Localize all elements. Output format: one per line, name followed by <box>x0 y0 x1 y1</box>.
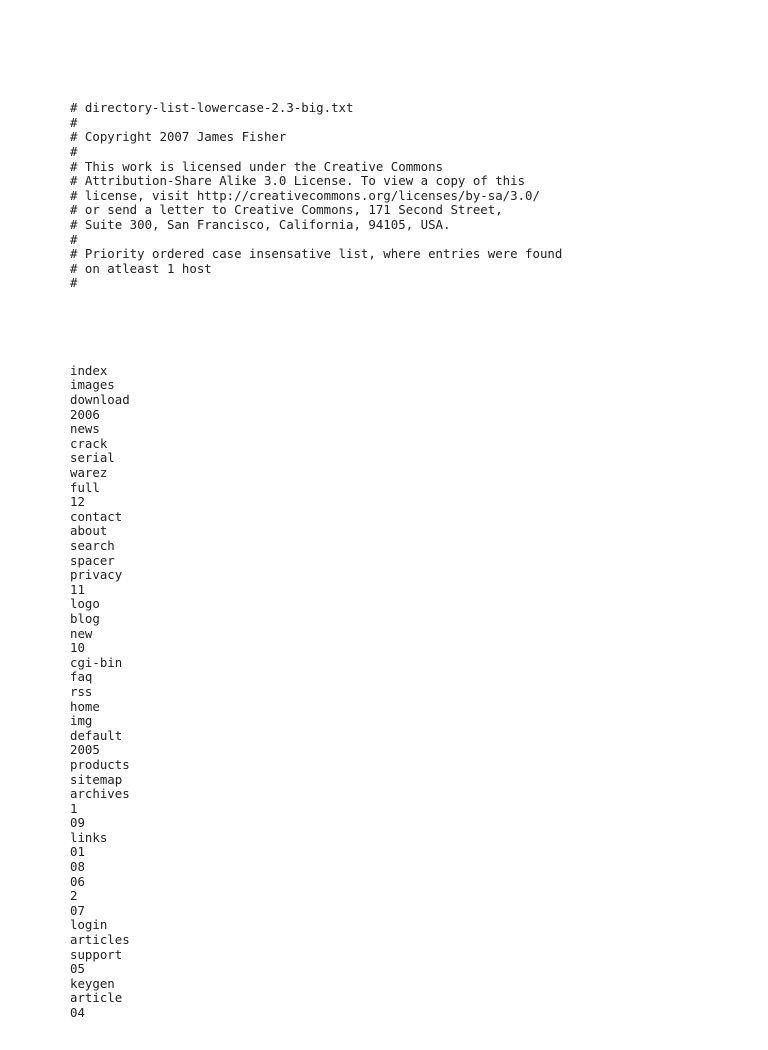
entry-line: news <box>70 421 100 437</box>
entry-line: support <box>70 946 123 962</box>
comment-line: # <box>70 275 78 291</box>
entry-line: crack <box>70 435 108 451</box>
entry-line: images <box>70 377 115 393</box>
comment-line: # Attribution-Share Alike 3.0 License. T… <box>70 173 526 189</box>
comment-line: # <box>70 231 78 247</box>
entry-line: products <box>70 756 130 772</box>
entry-line: 09 <box>70 815 85 831</box>
entry-line: img <box>70 713 93 729</box>
entry-line: links <box>70 829 108 845</box>
comment-line: # Copyright 2007 James Fisher <box>70 129 287 145</box>
comment-line: # on atleast 1 host <box>70 260 212 276</box>
entry-line: privacy <box>70 567 123 583</box>
entry-line: 07 <box>70 902 85 918</box>
document-page: # directory-list-lowercase-2.3-big.txt # #… <box>0 0 768 1024</box>
comment-line: # <box>70 143 78 159</box>
entry-line: serial <box>70 450 115 466</box>
entry-line: 1 <box>70 800 78 816</box>
entry-line: download <box>70 392 130 408</box>
entry-line: cgi-bin <box>70 654 123 670</box>
comment-line: # Suite 300, San Francisco, California, … <box>70 216 451 232</box>
entry-line: 11 <box>70 581 85 597</box>
entry-line: 06 <box>70 873 85 889</box>
comment-line: # <box>70 114 78 130</box>
entry-line: blog <box>70 610 100 626</box>
entry-line: sitemap <box>70 771 123 787</box>
entry-line: 04 <box>70 1005 85 1020</box>
entry-line: 2006 <box>70 406 100 422</box>
entry-line: full <box>70 479 100 495</box>
entry-line: 2005 <box>70 742 100 758</box>
directory-entry-list: index images download 2006 news crack serial wa… <box>70 362 562 1021</box>
entry-line: default <box>70 727 123 743</box>
entry-line: about <box>70 523 108 539</box>
entry-line: 2 <box>70 888 78 904</box>
entry-line: search <box>70 538 115 553</box>
entry-line: archives <box>70 786 130 802</box>
entry-line: spacer <box>70 552 115 568</box>
plain-text-content: # directory-list-lowercase-2.3-big.txt # #… <box>70 72 562 1050</box>
entry-line: login <box>70 917 108 933</box>
entry-line: 01 <box>70 844 85 860</box>
header-comment-block: # directory-list-lowercase-2.3-big.txt # #… <box>70 101 562 291</box>
entry-line: 08 <box>70 859 85 875</box>
entry-line: articles <box>70 932 130 948</box>
entry-line: keygen <box>70 975 115 991</box>
comment-line: # Priority ordered case insensative list… <box>70 246 563 262</box>
entry-line: 05 <box>70 961 85 977</box>
entry-line: warez <box>70 465 108 481</box>
entry-line: 12 <box>70 494 85 510</box>
entry-line: rss <box>70 683 93 699</box>
comment-line: # directory-list-lowercase-2.3-big.txt <box>70 100 354 116</box>
entry-line: home <box>70 698 100 714</box>
blank-separator-line <box>70 320 562 335</box>
comment-line: # license, visit http://creativecommons.… <box>70 187 540 203</box>
entry-line: index <box>70 362 108 378</box>
entry-line: article <box>70 990 123 1006</box>
comment-line: # or send a letter to Creative Commons, … <box>70 202 503 218</box>
entry-line: faq <box>70 669 93 685</box>
entry-line: new <box>70 625 93 641</box>
entry-line: contact <box>70 508 123 524</box>
comment-line: # This work is licensed under the Creati… <box>70 158 443 174</box>
entry-line: 10 <box>70 640 85 656</box>
entry-line: logo <box>70 596 100 612</box>
